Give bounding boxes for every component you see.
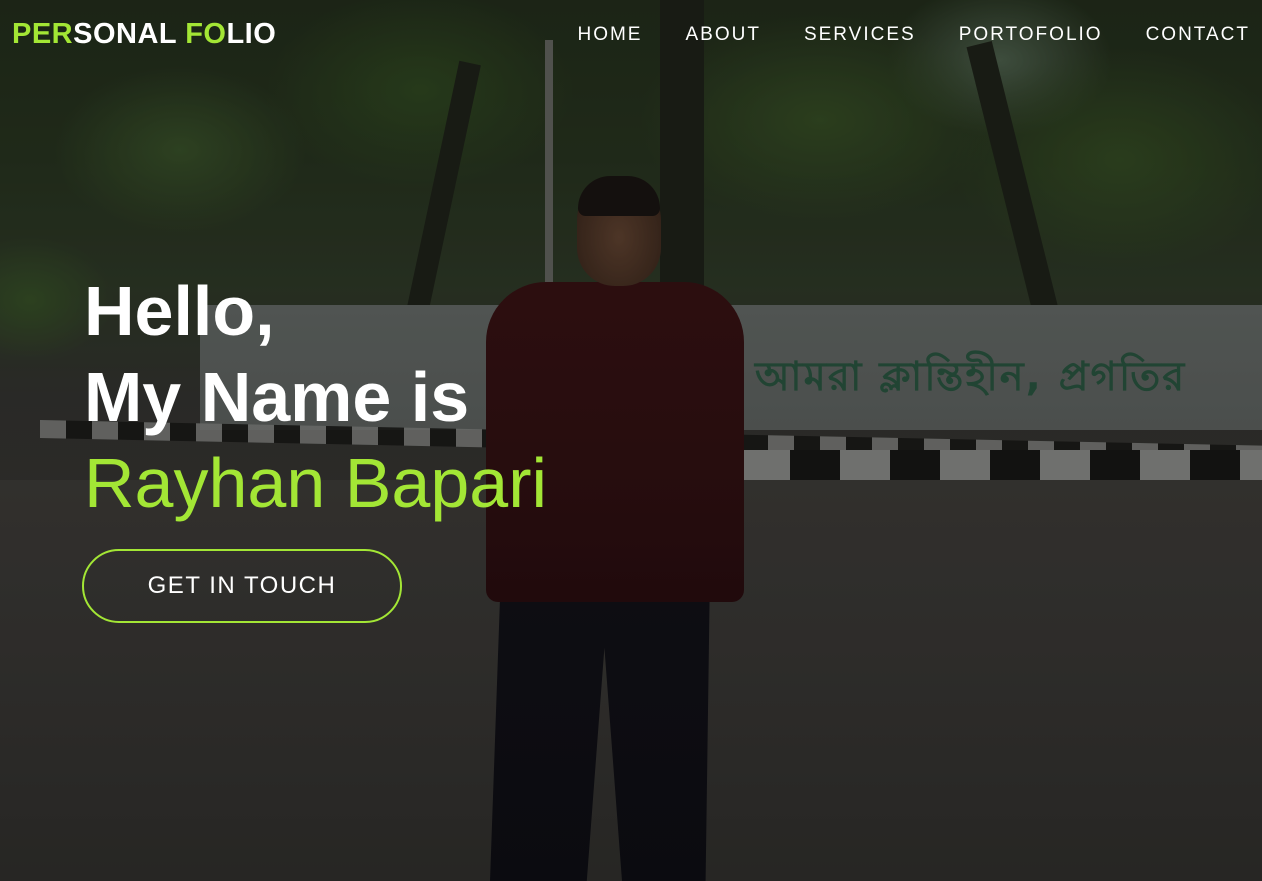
nav-portofolio[interactable]: PORTOFOLIO [959, 24, 1103, 46]
hero-headline: Hello, My Name is Rayhan Bapari [84, 268, 547, 526]
logo-plain-part: SONAL [73, 18, 186, 50]
intro-line: My Name is [84, 358, 470, 436]
site-logo[interactable]: PERSONAL FOLIO [12, 18, 276, 51]
main-nav: HOME ABOUT SERVICES PORTOFOLIO CONTACT [534, 24, 1250, 46]
logo-accent-part: FO [185, 18, 227, 50]
nav-services[interactable]: SERVICES [804, 24, 916, 46]
logo-plain-part: LIO [226, 18, 277, 50]
nav-about[interactable]: ABOUT [685, 24, 760, 46]
nav-home[interactable]: HOME [577, 24, 642, 46]
greeting-line: Hello, [84, 272, 275, 350]
nav-contact[interactable]: CONTACT [1146, 24, 1250, 46]
person-name: Rayhan Bapari [84, 444, 548, 522]
get-in-touch-button[interactable]: GET IN TOUCH [82, 549, 402, 623]
logo-accent-part: PER [12, 18, 74, 50]
